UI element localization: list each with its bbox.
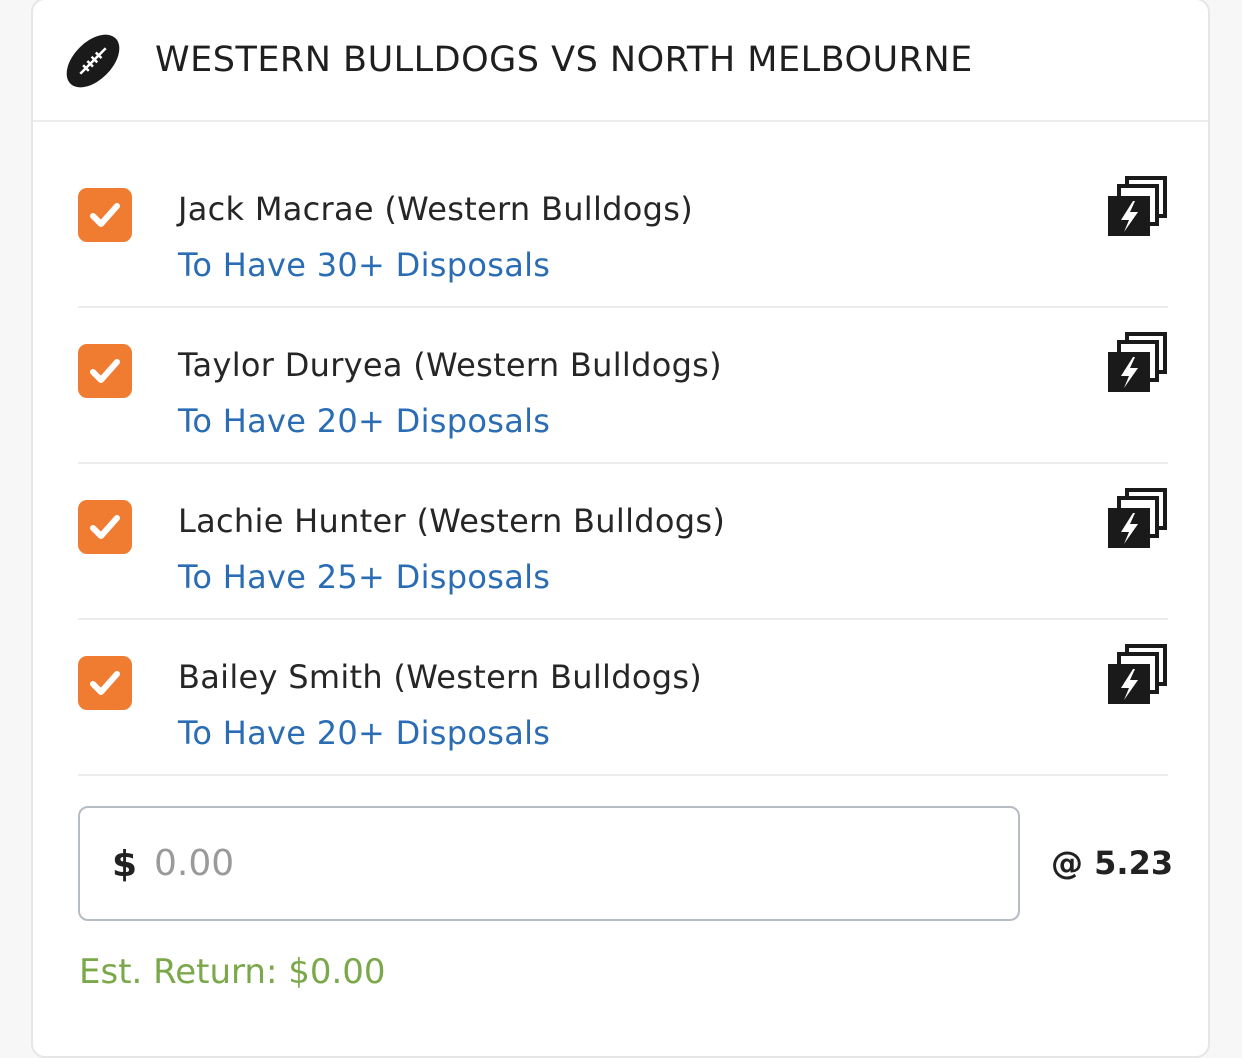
match-header: WESTERN BULLDOGS VS NORTH MELBOURNE: [33, 0, 1208, 122]
same-game-multi-icon[interactable]: [1106, 644, 1168, 706]
bet-leg: Jack Macrae (Western Bulldogs) To Have 3…: [78, 152, 1168, 308]
checkmark-icon: [90, 359, 120, 383]
leg-market-link[interactable]: To Have 20+ Disposals: [178, 402, 550, 440]
leg-checkbox[interactable]: [78, 656, 132, 710]
checkmark-icon: [90, 203, 120, 227]
same-game-multi-icon[interactable]: [1106, 332, 1168, 394]
stake-field[interactable]: $: [78, 806, 1020, 921]
same-game-multi-icon[interactable]: [1106, 176, 1168, 238]
bet-card: WESTERN BULLDOGS VS NORTH MELBOURNE Jack…: [31, 0, 1210, 1058]
checkmark-icon: [90, 515, 120, 539]
leg-market-link[interactable]: To Have 20+ Disposals: [178, 714, 550, 752]
same-game-multi-icon[interactable]: [1106, 488, 1168, 550]
leg-market-link[interactable]: To Have 30+ Disposals: [178, 246, 550, 284]
stake-input[interactable]: [154, 832, 754, 894]
leg-player-name: Bailey Smith (Western Bulldogs): [178, 658, 703, 696]
bet-leg: Bailey Smith (Western Bulldogs) To Have …: [78, 620, 1168, 776]
estimated-return: Est. Return: $0.00: [79, 952, 386, 992]
leg-market-link[interactable]: To Have 25+ Disposals: [178, 558, 550, 596]
bet-leg: Lachie Hunter (Western Bulldogs) To Have…: [78, 464, 1168, 620]
leg-checkbox[interactable]: [78, 188, 132, 242]
leg-checkbox[interactable]: [78, 500, 132, 554]
leg-player-name: Taylor Duryea (Western Bulldogs): [178, 346, 722, 384]
football-icon: [66, 34, 120, 88]
currency-symbol: $: [112, 844, 138, 885]
leg-player-name: Jack Macrae (Western Bulldogs): [178, 190, 694, 228]
leg-player-name: Lachie Hunter (Western Bulldogs): [178, 502, 726, 540]
match-title: WESTERN BULLDOGS VS NORTH MELBOURNE: [155, 40, 973, 80]
leg-checkbox[interactable]: [78, 344, 132, 398]
odds-label: @ 5.23: [1051, 844, 1174, 882]
checkmark-icon: [90, 671, 120, 695]
bet-leg: Taylor Duryea (Western Bulldogs) To Have…: [78, 308, 1168, 464]
